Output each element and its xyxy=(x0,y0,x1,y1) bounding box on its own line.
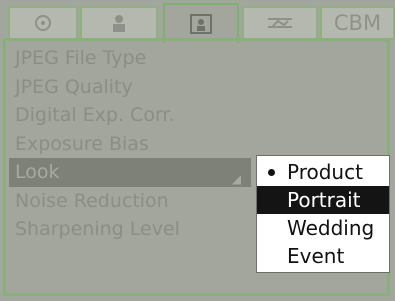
tab-camera[interactable] xyxy=(8,6,78,40)
menu-item-look[interactable]: Look ◢ xyxy=(9,158,251,187)
menu-item-jpeg-quality[interactable]: JPEG Quality xyxy=(13,73,263,102)
menu-item-exposure-bias[interactable]: Exposure Bias xyxy=(13,130,263,159)
tab-strip: CBM xyxy=(0,0,395,43)
person-icon xyxy=(113,15,125,32)
menu-item-sharpening-level[interactable]: Sharpening Level xyxy=(13,215,263,244)
menu-item-label: JPEG File Type xyxy=(15,47,147,69)
tab-portrait[interactable] xyxy=(163,3,239,43)
menu-item-label: JPEG Quality xyxy=(15,75,133,98)
menu-item-label: Noise Reduction xyxy=(15,189,169,212)
option-event[interactable]: Event xyxy=(257,242,389,270)
tab-cbm-label: CBM xyxy=(333,11,382,35)
selected-bullet-icon xyxy=(268,169,275,176)
portrait-frame-icon xyxy=(190,14,212,34)
menu-item-jpeg-file-type[interactable]: JPEG File Type xyxy=(13,44,263,73)
settings-menu: JPEG File Type JPEG Quality Digital Exp.… xyxy=(9,44,263,244)
menu-item-noise-reduction[interactable]: Noise Reduction xyxy=(13,187,263,216)
option-label: Product xyxy=(287,160,363,184)
menu-item-label: Sharpening Level xyxy=(15,218,180,240)
menu-item-label: Digital Exp. Corr. xyxy=(15,104,175,126)
menu-item-digital-exp-corr[interactable]: Digital Exp. Corr. xyxy=(13,101,263,130)
option-wedding[interactable]: Wedding xyxy=(257,214,389,242)
landscape-icon xyxy=(268,18,292,28)
option-label: Wedding xyxy=(287,216,375,240)
tab-landscape[interactable] xyxy=(242,6,318,40)
option-label: Event xyxy=(287,244,345,268)
camera-icon xyxy=(35,15,51,31)
camera-menu-screen: CBM JPEG File Type JPEG Quality Digital … xyxy=(0,0,395,301)
tab-person[interactable] xyxy=(80,6,158,40)
look-options-popup: Product Portrait Wedding Event xyxy=(256,155,390,273)
tab-cbm[interactable]: CBM xyxy=(320,6,395,40)
option-product[interactable]: Product xyxy=(257,158,389,186)
option-label: Portrait xyxy=(287,188,361,212)
option-portrait[interactable]: Portrait xyxy=(257,186,389,214)
menu-item-label: Exposure Bias xyxy=(15,132,149,155)
menu-item-label: Look xyxy=(15,161,60,183)
